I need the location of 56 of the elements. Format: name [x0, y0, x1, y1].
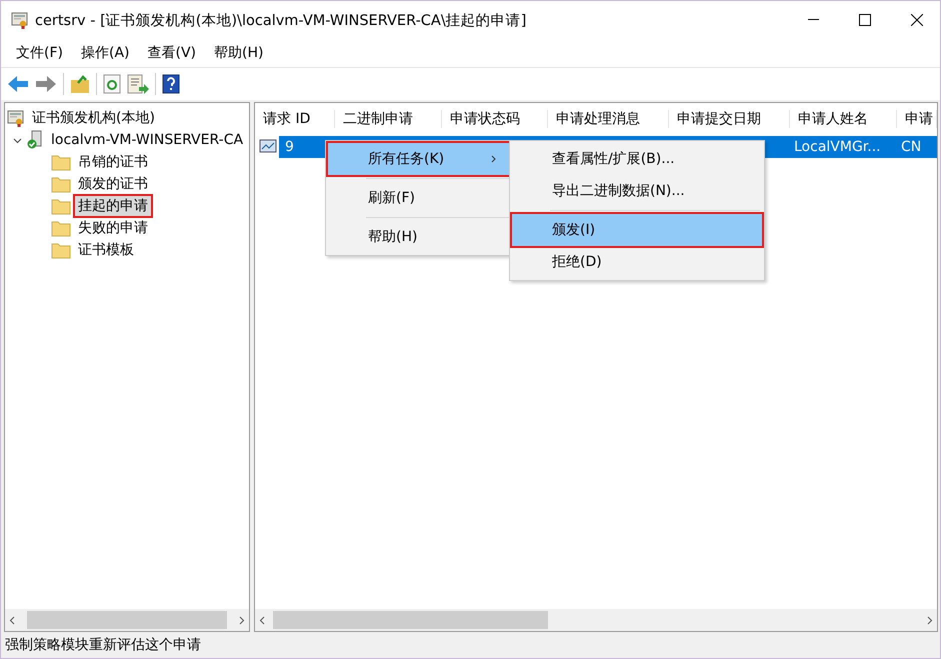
menu-item[interactable]: 文件(F) [7, 44, 72, 62]
folder-icon [51, 154, 71, 170]
tree-item[interactable]: 证书颁发机构(本地) [29, 108, 158, 128]
scroll-left-icon[interactable] [9, 616, 15, 624]
tree-item[interactable]: 颁发的证书 [75, 174, 151, 194]
table-cell: 9 [285, 139, 294, 155]
tree-item[interactable]: localvm-VM-WINSERVER-CA [48, 131, 246, 149]
column-header[interactable]: 申请人姓名 [790, 110, 897, 128]
horizontal-scrollbar[interactable] [5, 609, 249, 631]
column-header[interactable]: 请求 ID [255, 110, 335, 128]
export-list-icon[interactable] [127, 74, 149, 94]
maximize-icon[interactable] [859, 14, 871, 26]
certificate-icon [11, 11, 29, 29]
chevron-icon [491, 155, 497, 163]
tree-item[interactable]: 挂起的申请 [75, 196, 151, 216]
menu-item[interactable]: 帮助(H) [328, 221, 511, 253]
refresh-icon[interactable] [103, 74, 121, 94]
request-icon [259, 139, 277, 155]
horizontal-scrollbar[interactable] [255, 609, 937, 631]
server-check-icon [26, 130, 44, 150]
column-header[interactable]: 申请提交日期 [669, 110, 790, 128]
menu-item[interactable]: 查看属性/扩展(B)... [512, 143, 762, 175]
back-arrow-icon[interactable] [7, 75, 29, 93]
folder-up-icon[interactable] [70, 74, 90, 94]
tree-item[interactable]: 证书模板 [75, 240, 137, 260]
tree-item[interactable]: 失败的申请 [75, 218, 151, 238]
table-cell: LocalVMGr... [794, 139, 881, 155]
tree-item[interactable]: 吊销的证书 [75, 152, 151, 172]
scroll-left-icon[interactable] [259, 616, 265, 624]
menu-item[interactable]: 拒绝(D) [512, 246, 762, 278]
folder-icon [51, 220, 71, 236]
close-icon[interactable] [911, 14, 923, 26]
window-title: certsrv - [证书颁发机构(本地)\localvm-VM-WINSERVER-CA\挂起的申请] [35, 12, 528, 30]
forward-arrow-icon[interactable] [35, 75, 57, 93]
folder-icon [51, 176, 71, 192]
column-header[interactable]: 申请状态码 [442, 110, 548, 128]
column-header[interactable]: 申请处理消息 [548, 110, 669, 128]
scroll-right-icon[interactable] [239, 616, 245, 624]
chevron-down-icon[interactable] [13, 136, 22, 144]
menu-item[interactable]: 帮助(H) [205, 44, 272, 62]
minimize-icon[interactable] [808, 19, 818, 21]
menu-item[interactable]: 颁发(I) [512, 214, 762, 246]
scroll-right-icon[interactable] [927, 616, 933, 624]
menu-item[interactable]: 导出二进制数据(N)... [512, 175, 762, 207]
help-icon[interactable] [162, 74, 180, 94]
folder-icon [51, 242, 71, 258]
certificate-icon [7, 109, 25, 127]
menu-item[interactable]: 查看(V) [138, 44, 206, 62]
column-header[interactable]: 申请 [897, 110, 937, 128]
folder-icon [51, 198, 71, 214]
status-text: 强制策略模块重新评估这个申请 [5, 636, 201, 654]
menu-item[interactable]: 刷新(F) [328, 182, 511, 214]
column-header[interactable]: 二进制申请 [335, 110, 442, 128]
table-cell: CN [901, 139, 922, 155]
menu-item[interactable]: 操作(A) [72, 44, 138, 62]
menu-item[interactable]: 所有任务(K) [328, 143, 511, 175]
